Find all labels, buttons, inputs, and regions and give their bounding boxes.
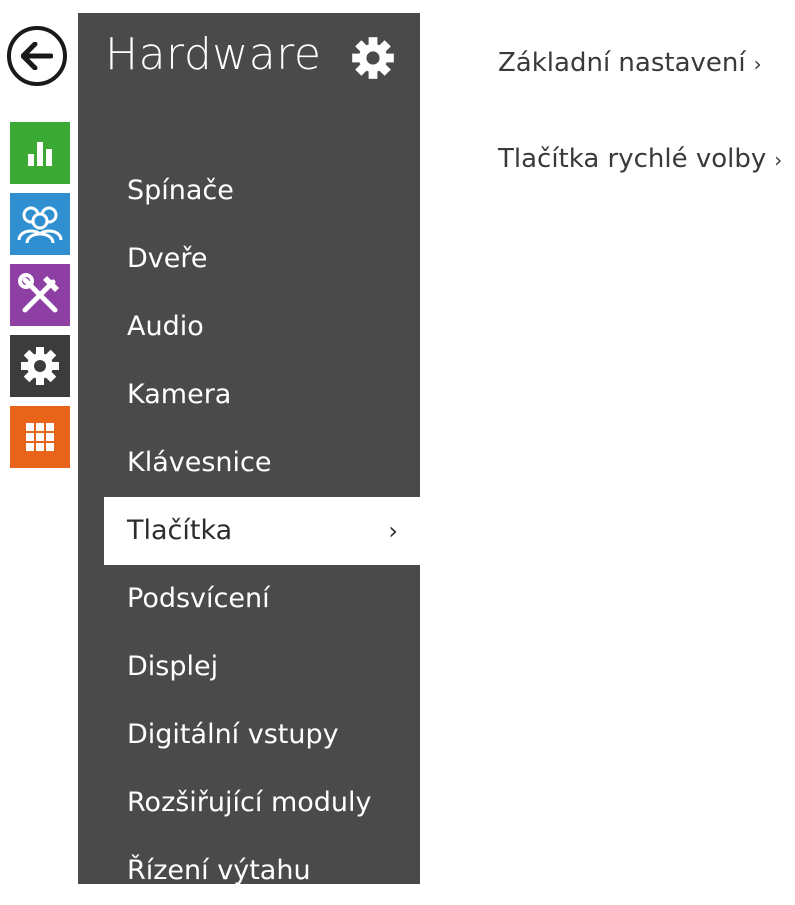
link-tlacitka-rychle-volby[interactable]: Tlačítka rychlé volby › bbox=[498, 144, 782, 174]
hardware-menu: Spínače Dveře Audio Kamera Klávesnice Tl… bbox=[78, 157, 420, 905]
menu-item-label: Klávesnice bbox=[127, 447, 272, 478]
menu-item-kamera[interactable]: Kamera bbox=[78, 361, 420, 429]
menu-item-label: Kamera bbox=[127, 379, 232, 410]
bar-chart-icon bbox=[28, 142, 52, 166]
menu-item-spinace[interactable]: Spínače bbox=[78, 157, 420, 225]
services-tile[interactable] bbox=[10, 264, 70, 326]
icon-rail bbox=[0, 0, 78, 884]
gear-icon bbox=[21, 347, 59, 385]
menu-item-displej[interactable]: Displej bbox=[78, 633, 420, 701]
hardware-panel: Hardware Spínače Dveře Audio Kamera Kláv… bbox=[78, 13, 420, 886]
menu-item-label: Podsvícení bbox=[127, 583, 270, 614]
menu-item-label: Digitální vstupy bbox=[127, 719, 339, 750]
menu-item-label: Rozšiřující moduly bbox=[127, 787, 372, 818]
menu-item-rizeni-vytahu[interactable]: Řízení výtahu bbox=[78, 837, 420, 905]
back-button[interactable] bbox=[7, 26, 67, 86]
menu-item-dvere[interactable]: Dveře bbox=[78, 225, 420, 293]
menu-item-label: Dveře bbox=[127, 243, 208, 274]
hardware-tile[interactable] bbox=[10, 335, 70, 397]
menu-item-label: Audio bbox=[127, 311, 204, 342]
apps-tile[interactable] bbox=[10, 406, 70, 468]
chevron-right-icon: › bbox=[753, 52, 762, 76]
users-icon bbox=[17, 206, 63, 244]
menu-item-klavesnice[interactable]: Klávesnice bbox=[78, 429, 420, 497]
menu-item-label: Displej bbox=[127, 651, 219, 682]
status-tile[interactable] bbox=[10, 122, 70, 184]
chevron-right-icon: › bbox=[388, 517, 398, 545]
link-label: Tlačítka rychlé volby bbox=[498, 144, 767, 174]
menu-item-label: Řízení výtahu bbox=[127, 855, 311, 886]
gear-icon[interactable] bbox=[350, 35, 396, 81]
link-zakladni-nastaveni[interactable]: Základní nastavení › bbox=[498, 48, 762, 78]
menu-item-tlacitka[interactable]: Tlačítka › bbox=[104, 497, 420, 565]
menu-item-rozsirujici-moduly[interactable]: Rozšiřující moduly bbox=[78, 769, 420, 837]
link-label: Základní nastavení bbox=[498, 48, 746, 78]
menu-item-podsviceni[interactable]: Podsvícení bbox=[78, 565, 420, 633]
menu-item-digitalni-vstupy[interactable]: Digitální vstupy bbox=[78, 701, 420, 769]
directory-tile[interactable] bbox=[10, 193, 70, 255]
chevron-right-icon: › bbox=[774, 148, 783, 172]
menu-item-label: Tlačítka bbox=[127, 515, 233, 546]
hammer-wrench-icon bbox=[18, 273, 59, 313]
menu-item-label: Spínače bbox=[127, 175, 234, 206]
menu-item-audio[interactable]: Audio bbox=[78, 293, 420, 361]
grid-icon bbox=[26, 423, 54, 451]
panel-title: Hardware bbox=[105, 29, 322, 80]
arrow-left-icon bbox=[21, 42, 53, 70]
